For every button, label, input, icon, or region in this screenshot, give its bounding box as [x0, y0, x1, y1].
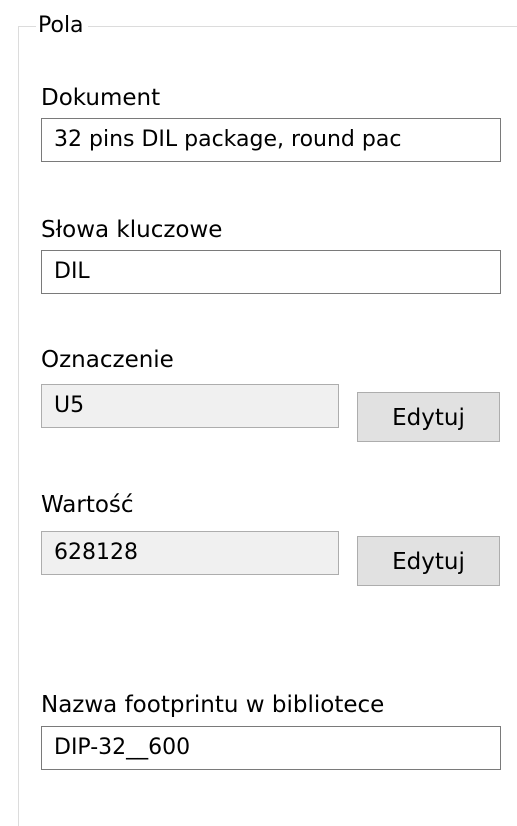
dokument-label: Dokument [41, 85, 161, 111]
slowa-kluczowe-input[interactable]: DIL [41, 250, 501, 294]
wartosc-edit-button[interactable]: Edytuj [357, 536, 500, 586]
oznaczenie-edit-button[interactable]: Edytuj [357, 392, 500, 442]
oznaczenie-input: U5 [41, 384, 339, 428]
groupbox-title: Pola [36, 12, 88, 40]
footprint-name-label: Nazwa footprintu w bibliotece [41, 692, 385, 718]
wartosc-input: 628128 [41, 531, 339, 575]
slowa-kluczowe-label: Słowa kluczowe [41, 217, 223, 243]
oznaczenie-label: Oznaczenie [41, 347, 174, 373]
footprint-name-input[interactable]: DIP-32__600 [41, 726, 501, 770]
dokument-input[interactable]: 32 pins DIL package, round paс [41, 118, 501, 162]
wartosc-label: Wartość [41, 492, 134, 518]
